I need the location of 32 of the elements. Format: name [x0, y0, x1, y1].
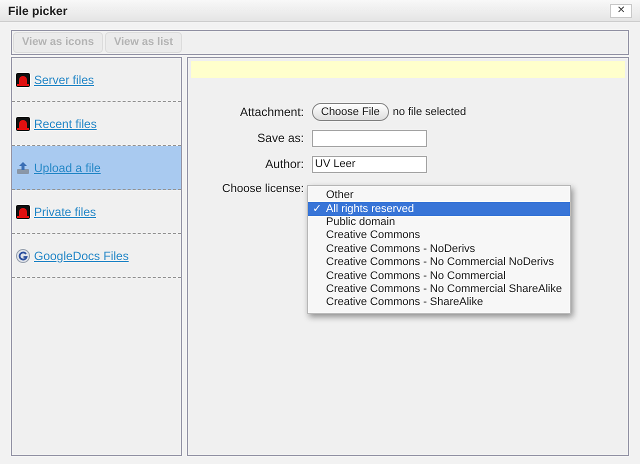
- sidebar-item[interactable]: Server files: [12, 58, 181, 102]
- repository-link[interactable]: Private files: [34, 202, 96, 220]
- repository-link[interactable]: Server files: [34, 70, 94, 88]
- choose-file-button[interactable]: Choose File: [312, 103, 389, 121]
- check-icon: ✓: [312, 204, 322, 215]
- license-option[interactable]: Creative Commons - No Commercial NoDerivs: [308, 256, 570, 270]
- google-g-icon: [16, 248, 30, 262]
- repository-link[interactable]: Recent files: [34, 114, 97, 132]
- field-label: Save as:: [256, 130, 304, 147]
- field-label: Choose license:: [221, 182, 304, 197]
- field-label: Attachment:: [238, 104, 304, 121]
- license-option[interactable]: Creative Commons - No Commercial: [308, 269, 570, 283]
- license-option[interactable]: Public domain: [308, 216, 570, 230]
- sidebar-item[interactable]: GoogleDocs Files: [12, 234, 181, 278]
- upload-icon: [16, 160, 30, 174]
- file-status: no file selected: [392, 104, 466, 120]
- repository-link[interactable]: GoogleDocs Files: [34, 246, 129, 264]
- sidebar-item[interactable]: Private files: [12, 190, 181, 234]
- field-label: Author:: [264, 156, 304, 173]
- window-title: File picker: [8, 2, 68, 20]
- license-option[interactable]: ✓ All rights reserved: [308, 202, 570, 216]
- close-button[interactable]: ✕: [610, 4, 632, 18]
- license-option[interactable]: Other: [308, 189, 570, 202]
- repository-icon: [16, 204, 30, 218]
- input-field[interactable]: UV Leer: [312, 156, 427, 172]
- license-option[interactable]: Creative Commons - ShareAlike: [308, 296, 570, 310]
- repository-icon: [16, 116, 30, 130]
- license-option[interactable]: Creative Commons: [308, 229, 570, 243]
- license-option[interactable]: Creative Commons - NoDerivs: [308, 242, 570, 256]
- input-field[interactable]: [312, 130, 427, 146]
- repository-icon: [16, 72, 30, 86]
- license-option[interactable]: Creative Commons - No Commercial ShareAlike: [308, 282, 570, 296]
